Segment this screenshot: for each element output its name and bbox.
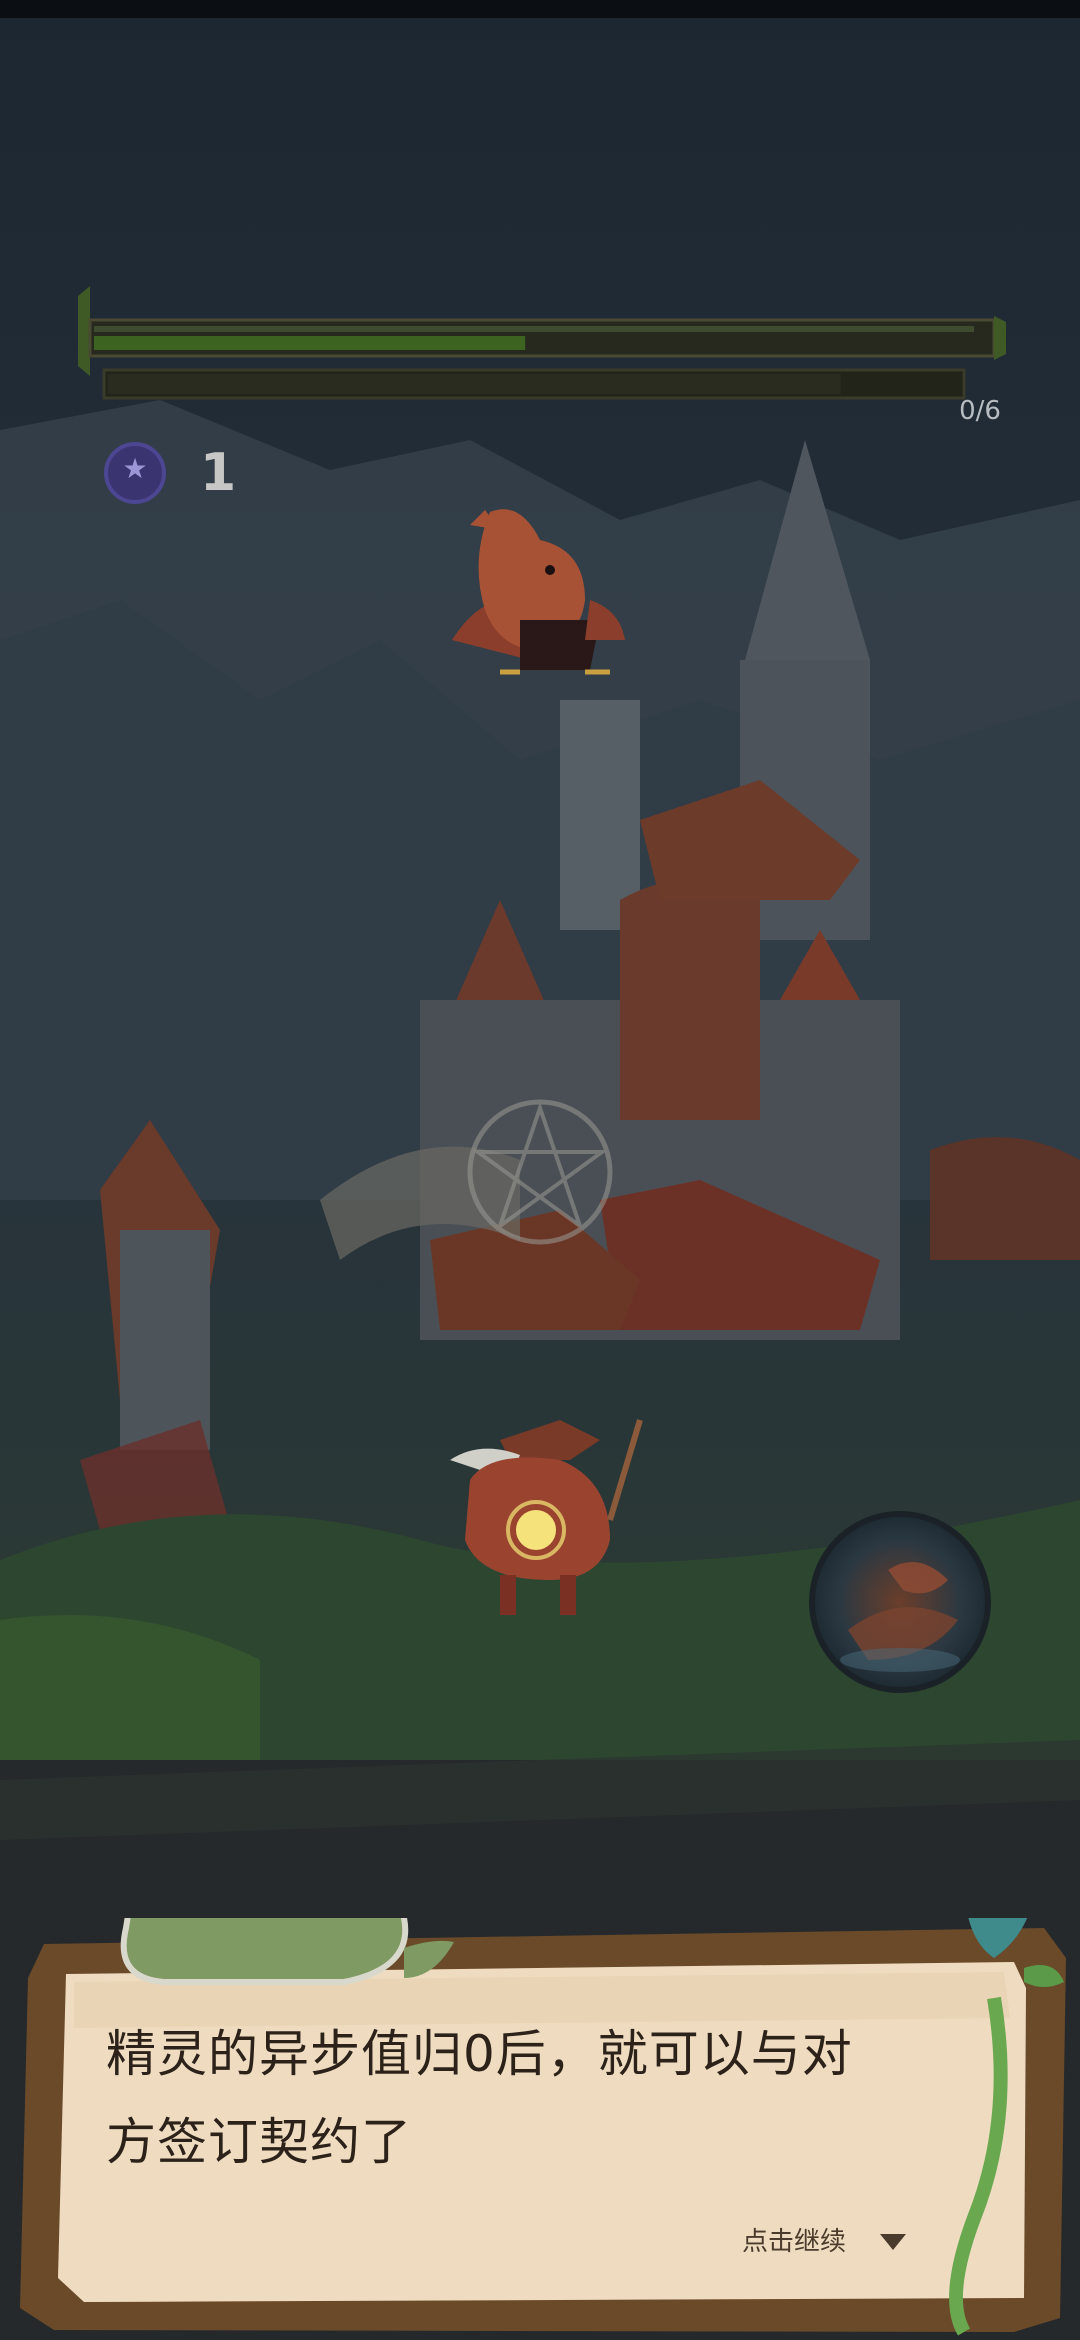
dialog-text-line-2: 方签订契约了: [106, 2113, 412, 2171]
dialog-text-line-1: 精灵的异步值归0后，就可以与对: [106, 2025, 853, 2083]
dialog-text: 精灵的异步值归0后，就可以与对 方签订契约了: [106, 2010, 986, 2186]
enemy-hp-bar: [78, 286, 1006, 400]
slime-speaker-icon: [120, 1918, 454, 1985]
purple-star-coin-icon: ★: [104, 442, 166, 504]
capture-progress-text: 0/6: [959, 396, 1001, 426]
coin-count: 1: [200, 443, 237, 503]
down-triangle-icon[interactable]: [880, 2234, 906, 2250]
fire-spirit-orb-icon[interactable]: [808, 1510, 992, 1694]
status-bar: [0, 0, 1080, 18]
tap-to-continue-label[interactable]: 点击继续: [742, 2222, 846, 2262]
